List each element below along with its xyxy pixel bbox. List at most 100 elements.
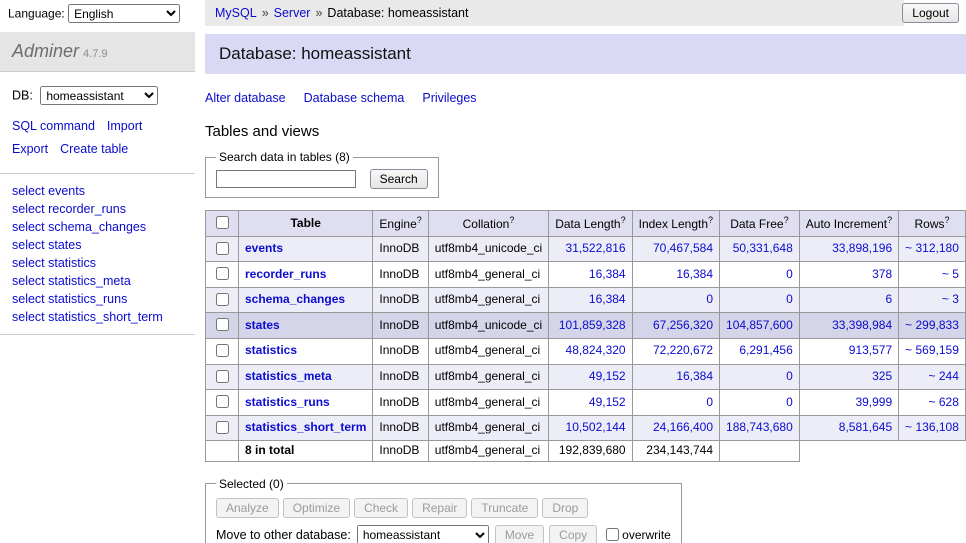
row-checkbox[interactable] xyxy=(216,318,229,331)
select-events-link[interactable]: select events xyxy=(12,182,183,200)
checkbox-cell xyxy=(206,338,239,364)
cell: InnoDB xyxy=(373,415,428,441)
column-header-index-length: Index Length? xyxy=(632,211,719,237)
checkbox-cell xyxy=(206,236,239,262)
row-checkbox[interactable] xyxy=(216,421,229,434)
move-db-select[interactable]: homeassistant xyxy=(357,525,489,543)
copy-button[interactable]: Copy xyxy=(549,525,597,543)
table-name-link[interactable]: schema_changes xyxy=(245,292,345,306)
page-title: Database: homeassistant xyxy=(205,34,966,74)
cell: 101,859,328 xyxy=(549,313,632,339)
column-header-data-free: Data Free? xyxy=(720,211,800,237)
overwrite-label: overwrite xyxy=(622,528,671,542)
cell: ~ 299,833 xyxy=(899,313,966,339)
cell: 0 xyxy=(632,287,719,313)
table-row-statistics-meta: statistics_metaInnoDButf8mb4_general_ci4… xyxy=(206,364,966,390)
checkbox-cell xyxy=(206,313,239,339)
row-checkbox[interactable] xyxy=(216,344,229,357)
create-table-link[interactable]: Create table xyxy=(60,142,128,156)
cell: ~ 3 xyxy=(899,287,966,313)
total-row: 8 in totalInnoDButf8mb4_general_ci192,83… xyxy=(206,441,966,462)
drop-button[interactable]: Drop xyxy=(542,498,588,518)
table-name-cell: statistics_runs xyxy=(239,390,373,416)
column-header-engine: Engine? xyxy=(373,211,428,237)
select-all-header xyxy=(206,211,239,237)
import-link[interactable]: Import xyxy=(107,119,142,133)
select-statistics-runs-link[interactable]: select statistics_runs xyxy=(12,290,183,308)
page-layout: Adminer4.7.9 DB: homeassistant SQL comma… xyxy=(0,26,966,543)
db-select[interactable]: homeassistant xyxy=(40,86,158,105)
repair-button[interactable]: Repair xyxy=(412,498,467,518)
cell: 31,522,816 xyxy=(549,236,632,262)
table-row-schema-changes: schema_changesInnoDButf8mb4_general_ci16… xyxy=(206,287,966,313)
breadcrumb-item-database-homeassistant: Database: homeassistant xyxy=(327,6,468,20)
table-name-link[interactable]: statistics_short_term xyxy=(245,420,366,434)
selected-fieldset: Selected (0) AnalyzeOptimizeCheckRepairT… xyxy=(205,477,682,543)
move-button[interactable]: Move xyxy=(495,525,544,543)
alter-database-link[interactable]: Alter database xyxy=(205,91,286,105)
select-all-checkbox[interactable] xyxy=(216,216,229,229)
select-schema-changes-link[interactable]: select schema_changes xyxy=(12,218,183,236)
table-name-cell: statistics_meta xyxy=(239,364,373,390)
cell: utf8mb4_unicode_ci xyxy=(428,313,548,339)
table-name-cell: statistics_short_term xyxy=(239,415,373,441)
row-checkbox[interactable] xyxy=(216,267,229,280)
privileges-link[interactable]: Privileges xyxy=(422,91,476,105)
export-link[interactable]: Export xyxy=(12,142,48,156)
breadcrumb-item-server[interactable]: Server xyxy=(274,6,311,20)
cell: 325 xyxy=(799,364,898,390)
cell: utf8mb4_general_ci xyxy=(428,390,548,416)
language-select[interactable]: English xyxy=(68,4,180,23)
logout-button[interactable]: Logout xyxy=(902,3,959,23)
cell: 234,143,744 xyxy=(632,441,719,462)
row-checkbox[interactable] xyxy=(216,242,229,255)
table-name-cell: schema_changes xyxy=(239,287,373,313)
search-button[interactable]: Search xyxy=(370,169,428,189)
tables-heading: Tables and views xyxy=(205,123,966,140)
tables-table: TableEngine?Collation?Data Length?Index … xyxy=(205,210,966,462)
language-label: Language: xyxy=(8,7,65,21)
row-checkbox[interactable] xyxy=(216,370,229,383)
optimize-button[interactable]: Optimize xyxy=(283,498,350,518)
table-name-link[interactable]: statistics_runs xyxy=(245,395,330,409)
column-header-table: Table xyxy=(239,211,373,237)
sidebar-link-line: SQL command Import xyxy=(12,117,183,136)
select-statistics-meta-link[interactable]: select statistics_meta xyxy=(12,272,183,290)
app-name: Adminer xyxy=(12,41,79,61)
checkbox-cell xyxy=(206,287,239,313)
sql-command-link[interactable]: SQL command xyxy=(12,119,95,133)
select-recorder-runs-link[interactable]: select recorder_runs xyxy=(12,200,183,218)
search-input[interactable] xyxy=(216,170,356,188)
analyze-button[interactable]: Analyze xyxy=(216,498,279,518)
breadcrumb-separator: » xyxy=(262,6,269,20)
breadcrumb-item-mysql[interactable]: MySQL xyxy=(215,6,257,20)
cell: utf8mb4_general_ci xyxy=(428,338,548,364)
select-statistics-link[interactable]: select statistics xyxy=(12,254,183,272)
table-name-link[interactable]: statistics_meta xyxy=(245,369,332,383)
checkbox-cell xyxy=(206,441,239,462)
table-row-statistics: statisticsInnoDButf8mb4_general_ci48,824… xyxy=(206,338,966,364)
table-name-link[interactable]: recorder_runs xyxy=(245,267,326,281)
language-area: Language: English xyxy=(8,4,180,23)
column-header-rows: Rows? xyxy=(899,211,966,237)
cell: utf8mb4_general_ci xyxy=(428,441,548,462)
database-schema-link[interactable]: Database schema xyxy=(304,91,405,105)
select-statistics-short-term-link[interactable]: select statistics_short_term xyxy=(12,308,183,326)
row-checkbox[interactable] xyxy=(216,395,229,408)
cell: 39,999 xyxy=(799,390,898,416)
table-name-link[interactable]: events xyxy=(245,241,283,255)
truncate-button[interactable]: Truncate xyxy=(471,498,538,518)
table-name-link[interactable]: statistics xyxy=(245,343,297,357)
cell: 0 xyxy=(720,364,800,390)
table-name-link[interactable]: states xyxy=(245,318,280,332)
cell: 192,839,680 xyxy=(549,441,632,462)
row-checkbox[interactable] xyxy=(216,293,229,306)
check-button[interactable]: Check xyxy=(354,498,408,518)
table-name-cell: events xyxy=(239,236,373,262)
cell: InnoDB xyxy=(373,390,428,416)
cell: 0 xyxy=(720,287,800,313)
cell: 16,384 xyxy=(549,262,632,288)
select-states-link[interactable]: select states xyxy=(12,236,183,254)
overwrite-checkbox[interactable] xyxy=(606,528,619,541)
cell: InnoDB xyxy=(373,236,428,262)
